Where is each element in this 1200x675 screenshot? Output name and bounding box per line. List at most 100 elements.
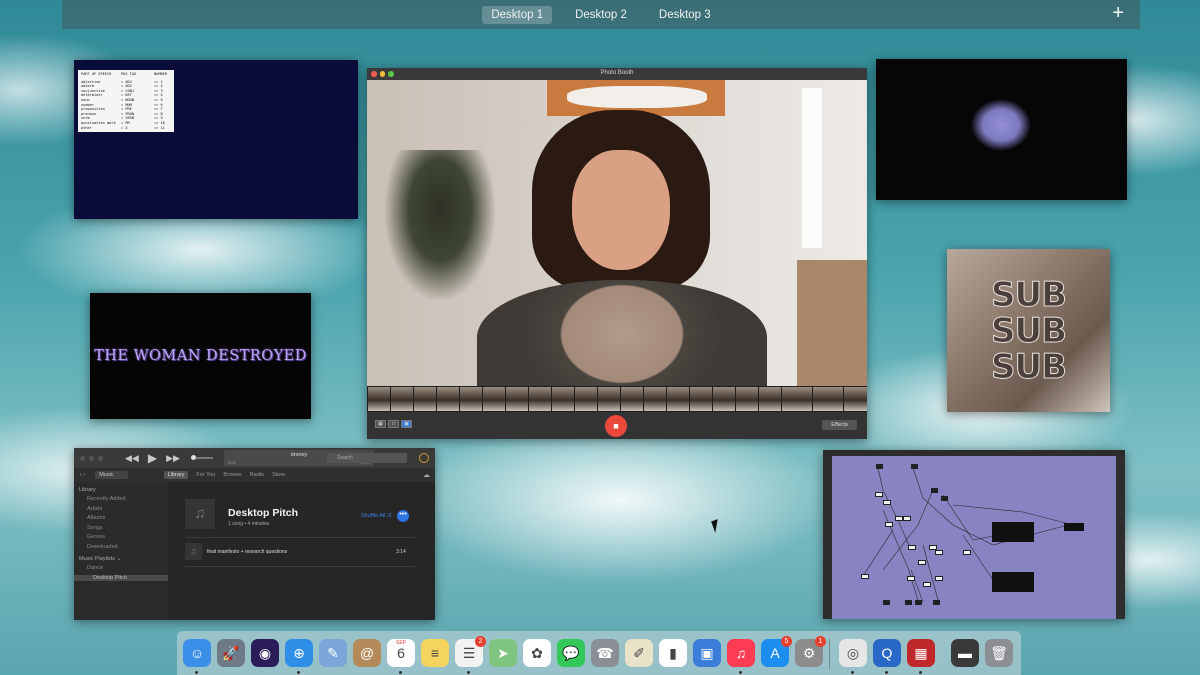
source-select[interactable]: Music [95,471,128,479]
photo-thumbnail[interactable] [575,387,597,411]
zoom-icon[interactable] [98,455,103,461]
patch-object[interactable] [861,574,869,579]
add-space-button[interactable]: + [1112,3,1124,23]
photo-thumbnail[interactable] [552,387,574,411]
photo-thumbnail[interactable] [437,387,459,411]
patch-object[interactable] [963,550,971,555]
point-cloud-window[interactable] [876,59,1127,200]
photo-thumbnail[interactable] [621,387,643,411]
photo-thumbnail[interactable] [460,387,482,411]
record-button[interactable]: ■ [605,415,627,437]
grid-view-icon[interactable]: ▦ [375,420,386,428]
finder-icon[interactable]: ☺ [183,639,211,667]
photo-thumbnail[interactable] [391,387,413,411]
video-mode-icon[interactable]: ▣ [401,420,412,428]
photo-thumbnail[interactable] [759,387,781,411]
photo-thumbnail[interactable] [736,387,758,411]
play-icon[interactable]: ▶ [148,451,157,465]
photo-thumbnail[interactable] [813,387,843,411]
pos-table-window[interactable]: PART OF SPEECH POS TAG NUMBER adjective =… [74,60,358,219]
account-icon[interactable] [419,453,429,463]
tab-radio[interactable]: Radio [250,472,264,478]
patch-object[interactable] [883,500,891,505]
back-forward-icon[interactable]: ‹ › [80,472,85,478]
patch-object[interactable] [895,516,903,521]
patch-editor-window[interactable] [823,450,1125,619]
photo-thumbnail[interactable] [414,387,436,411]
photo-thumbnail[interactable] [483,387,505,411]
tab-for-you[interactable]: For You [196,472,215,478]
preview-icon[interactable]: ✎ [319,639,347,667]
photo-thumbnail[interactable] [667,387,689,411]
calendar-icon[interactable]: 6 SEP [387,639,415,667]
more-options-button[interactable]: ••• [397,510,409,522]
track-title[interactable]: final manifesto + research questions [207,549,287,555]
patch-object[interactable] [931,488,938,493]
fast-forward-icon[interactable]: ▶▶ [166,453,180,464]
photo-booth-icon[interactable]: ▦ [907,639,935,667]
music-window[interactable]: ◀◀ ▶ ▶▶ droney 0:00 -1:23 Search ‹ › Mus… [74,448,435,620]
patch-object[interactable] [935,550,943,555]
sidebar-item-songs[interactable]: Songs [87,525,168,531]
space-tab-desktop-2[interactable]: Desktop 2 [566,6,636,24]
app-store-icon[interactable]: A5 [761,636,792,667]
photo-thumbnail[interactable] [690,387,712,411]
numbers-icon[interactable]: ▮ [659,639,687,667]
patch-object[interactable] [885,522,893,527]
patch-object[interactable] [903,516,911,521]
woman-destroyed-window[interactable]: THE WOMAN DESTROYED [90,293,311,419]
photo-thumbnail[interactable] [844,387,867,411]
patch-object[interactable] [883,600,890,605]
rewind-icon[interactable]: ◀◀ [125,453,139,464]
music-icon[interactable]: ♫ [727,639,755,667]
sidebar-item-genres[interactable]: Genres [87,534,168,540]
playlists-heading[interactable]: Music Playlists ⌄ [79,556,168,562]
patch-object[interactable] [918,560,926,565]
keynote-icon[interactable]: ▣ [693,639,721,667]
trash-icon[interactable]: 🗑 [985,639,1013,667]
photo-thumbnail[interactable] [368,387,390,411]
quicktime-icon[interactable]: Q [873,639,901,667]
photo-thumbnail[interactable] [782,387,812,411]
patch-object[interactable] [915,600,922,605]
shuffle-all-button[interactable]: Shuffle All ⤮ [361,513,391,520]
textedit-icon[interactable]: ✐ [625,639,653,667]
patch-object[interactable] [911,464,918,469]
tab-browse[interactable]: Browse [223,472,241,478]
patch-object[interactable] [908,545,916,550]
tab-library[interactable]: Library [163,471,189,479]
patch-object[interactable] [875,492,883,497]
sidebar-item-dance[interactable]: Dance [87,565,168,571]
patch-object[interactable] [923,582,931,587]
chrome-icon[interactable]: ◎ [839,639,867,667]
maps-icon[interactable]: ➤ [489,639,517,667]
photo-thumbnail[interactable] [529,387,551,411]
cloud-download-icon[interactable]: ☁ [423,471,430,479]
sidebar-item-downloaded[interactable]: Downloaded [87,544,168,550]
volume-slider[interactable] [190,455,213,460]
screen-icon[interactable]: ▬ [951,639,979,667]
sidebar-item-desktop-pitch[interactable]: Desktop Pitch [74,574,168,581]
photo-thumbnail[interactable] [506,387,528,411]
music-search-input[interactable]: Search [327,453,407,463]
launchpad-icon[interactable]: 🚀 [217,639,245,667]
patch-object[interactable] [905,600,912,605]
photo-booth-window[interactable]: Photo Booth ▦ □ ▣ ■ Effects [367,68,867,439]
sidebar-item-recently-added[interactable]: Recently Added [87,496,168,502]
sidebar-item-albums[interactable]: Albums [87,515,168,521]
system-preferences-icon[interactable]: ⚙ 1 [795,636,826,667]
safari-icon[interactable]: ⊕ [285,639,313,667]
siri-icon[interactable]: ◉ [251,639,279,667]
patch-object[interactable] [907,576,915,581]
photo-thumbnail[interactable] [598,387,620,411]
photo-thumbnail[interactable] [644,387,666,411]
patch-object[interactable] [876,464,883,469]
close-icon[interactable] [80,455,85,461]
messages-icon[interactable]: 💬 [557,639,585,667]
space-tab-desktop-3[interactable]: Desktop 3 [650,6,720,24]
reminders-icon[interactable]: ☰ 2 [455,636,486,667]
photo-thumbnail[interactable] [713,387,735,411]
effects-button[interactable]: Effects [822,420,857,430]
sub-window[interactable]: SUB SUB SUB [947,249,1110,412]
space-tab-desktop-1[interactable]: Desktop 1 [482,5,553,24]
